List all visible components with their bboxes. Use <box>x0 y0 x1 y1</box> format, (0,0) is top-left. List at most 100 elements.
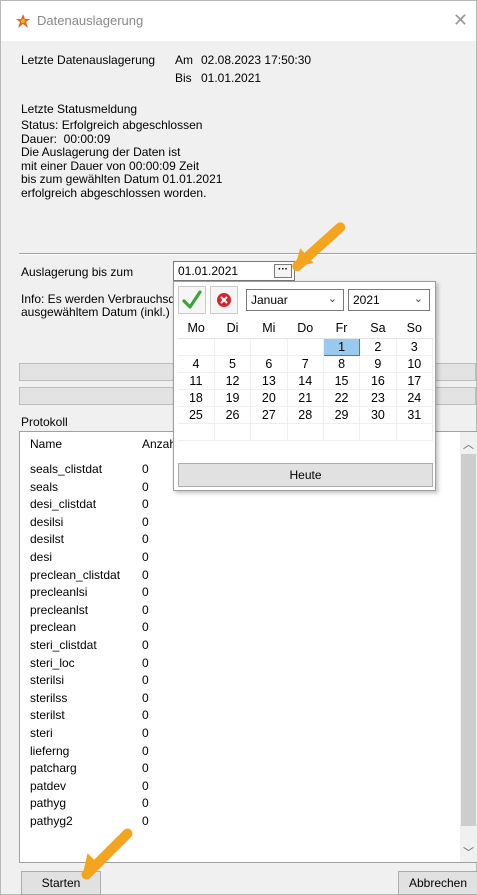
row-name: pathyg2 <box>30 813 73 828</box>
protocol-label: Protokoll <box>21 415 68 429</box>
calendar-day[interactable]: 7 <box>287 355 324 373</box>
table-row[interactable]: precleanlst 0 <box>20 601 477 619</box>
row-name: patcharg <box>30 761 77 776</box>
column-header-count[interactable]: Anzah <box>142 437 176 451</box>
calendar-day[interactable]: 17 <box>396 372 434 390</box>
calendar-day[interactable]: 2 <box>359 338 397 356</box>
table-row[interactable]: steri 0 <box>20 724 477 742</box>
confirm-date-button[interactable] <box>178 286 206 314</box>
table-row[interactable]: desi 0 <box>20 548 477 566</box>
calendar-day[interactable]: 12 <box>214 372 252 390</box>
calendar-day[interactable]: 6 <box>250 355 288 373</box>
row-count: 0 <box>142 655 149 670</box>
calendar-day <box>359 423 397 441</box>
calendar-day[interactable]: 8 <box>323 355 361 373</box>
date-picker-button[interactable]: ··· <box>274 264 292 278</box>
cancel-button[interactable]: Abbrechen <box>398 871 477 895</box>
calendar-grid: Mo Di Mi Do Fr Sa So 1 2 3 4 5 6 7 8 9 10 11 12 13 14 15 16 17 1… <box>178 318 434 441</box>
table-row[interactable]: pathyg2 0 <box>20 812 477 830</box>
calendar-day[interactable]: 24 <box>396 389 434 407</box>
table-row[interactable]: desi_clistdat 0 <box>20 495 477 513</box>
scroll-down-icon[interactable]: ﹀ <box>463 844 474 860</box>
calendar-day[interactable]: 14 <box>287 372 324 390</box>
today-button[interactable]: Heute <box>178 463 433 487</box>
row-name: precleanlsi <box>30 585 88 600</box>
chevron-down-icon: ⌄ <box>327 293 337 305</box>
calendar-day <box>287 338 324 356</box>
calendar-day[interactable]: 23 <box>359 389 397 407</box>
table-row[interactable]: patdev 0 <box>20 777 477 795</box>
table-row[interactable]: sterilss 0 <box>20 689 477 707</box>
row-count: 0 <box>142 479 149 494</box>
row-name: precleanlst <box>30 602 89 617</box>
calendar-day[interactable]: 19 <box>214 389 252 407</box>
calendar-day[interactable]: 9 <box>359 355 397 373</box>
calendar-day[interactable]: 30 <box>359 406 397 424</box>
year-select[interactable]: 2021 ⌄ <box>348 289 430 311</box>
row-count: 0 <box>142 708 149 723</box>
app-icon <box>16 14 30 28</box>
calendar-day[interactable]: 3 <box>396 338 434 356</box>
table-row[interactable]: preclean_clistdat 0 <box>20 566 477 584</box>
row-name: desi_clistdat <box>30 497 97 512</box>
calendar-day[interactable]: 20 <box>250 389 288 407</box>
row-name: desi <box>30 549 53 564</box>
table-row[interactable]: sterilst 0 <box>20 706 477 724</box>
table-row[interactable]: desilsi 0 <box>20 513 477 531</box>
calendar-day[interactable]: 11 <box>178 372 215 390</box>
table-row[interactable]: patcharg 0 <box>20 759 477 777</box>
calendar-day[interactable]: 29 <box>323 406 361 424</box>
export-date-field[interactable]: 01.01.2021 ··· <box>173 261 295 281</box>
calendar-day[interactable]: 26 <box>214 406 252 424</box>
month-select[interactable]: Januar ⌄ <box>246 289 344 311</box>
column-header-name[interactable]: Name <box>30 437 62 451</box>
calendar-day <box>287 423 324 441</box>
table-row[interactable]: steri_loc 0 <box>20 654 477 672</box>
calendar-day[interactable]: 21 <box>287 389 324 407</box>
calendar-day[interactable]: 10 <box>396 355 434 373</box>
check-icon <box>182 290 202 309</box>
calendar-day[interactable]: 25 <box>178 406 215 424</box>
cancel-date-button[interactable] <box>210 286 238 314</box>
weekday-header: Do <box>287 318 324 339</box>
row-name: desilst <box>30 532 65 547</box>
scroll-up-icon[interactable]: ︿ <box>463 436 474 452</box>
calendar-day[interactable]: 27 <box>250 406 288 424</box>
calendar-day[interactable]: 1 <box>322 337 361 356</box>
table-row[interactable]: precleanlsi 0 <box>20 583 477 601</box>
calendar-day[interactable]: 28 <box>287 406 324 424</box>
calendar-day[interactable]: 31 <box>396 406 434 424</box>
weekday-header: Di <box>214 318 251 339</box>
vertical-scrollbar[interactable]: ︿ ﹀ <box>460 432 477 862</box>
table-row[interactable]: sterilsi 0 <box>20 671 477 689</box>
calendar-day <box>396 423 434 441</box>
status-message: Status: Erfolgreich abgeschlossen Dauer:… <box>21 118 223 200</box>
row-count: 0 <box>142 813 149 828</box>
calendar-day[interactable]: 22 <box>323 389 361 407</box>
scroll-thumb[interactable] <box>461 454 476 826</box>
table-row[interactable]: lieferng 0 <box>20 742 477 760</box>
table-row[interactable]: steri_clistdat 0 <box>20 636 477 654</box>
table-row[interactable]: desilst 0 <box>20 530 477 548</box>
calendar-day[interactable]: 16 <box>359 372 397 390</box>
close-icon[interactable]: ✕ <box>453 10 468 31</box>
calendar-day[interactable]: 13 <box>250 372 288 390</box>
month-value: Januar <box>251 293 288 307</box>
table-row[interactable]: preclean 0 <box>20 618 477 636</box>
row-name: lieferng <box>30 743 70 758</box>
row-count: 0 <box>142 585 149 600</box>
calendar-day[interactable]: 5 <box>214 355 252 373</box>
table-row[interactable]: pathyg 0 <box>20 794 477 812</box>
row-name: steri_clistdat <box>30 637 97 652</box>
protocol-rows: seals_clistdat 0 seals 0 desi_clistdat 0 desil… <box>20 460 477 829</box>
calendar-day[interactable]: 15 <box>323 372 361 390</box>
weekday-header: Mi <box>250 318 288 339</box>
row-name: steri <box>30 725 53 740</box>
export-until-label: Auslagerung bis zum <box>21 265 134 279</box>
protocol-list[interactable]: Name Anzah seals_clistdat 0 seals 0 desi_cli… <box>19 431 477 863</box>
row-count: 0 <box>142 602 149 617</box>
calendar-day[interactable]: 4 <box>178 355 215 373</box>
calendar-day[interactable]: 18 <box>178 389 215 407</box>
info-line-1: Info: Es werden Verbrauchsd <box>21 292 176 306</box>
row-count: 0 <box>142 725 149 740</box>
